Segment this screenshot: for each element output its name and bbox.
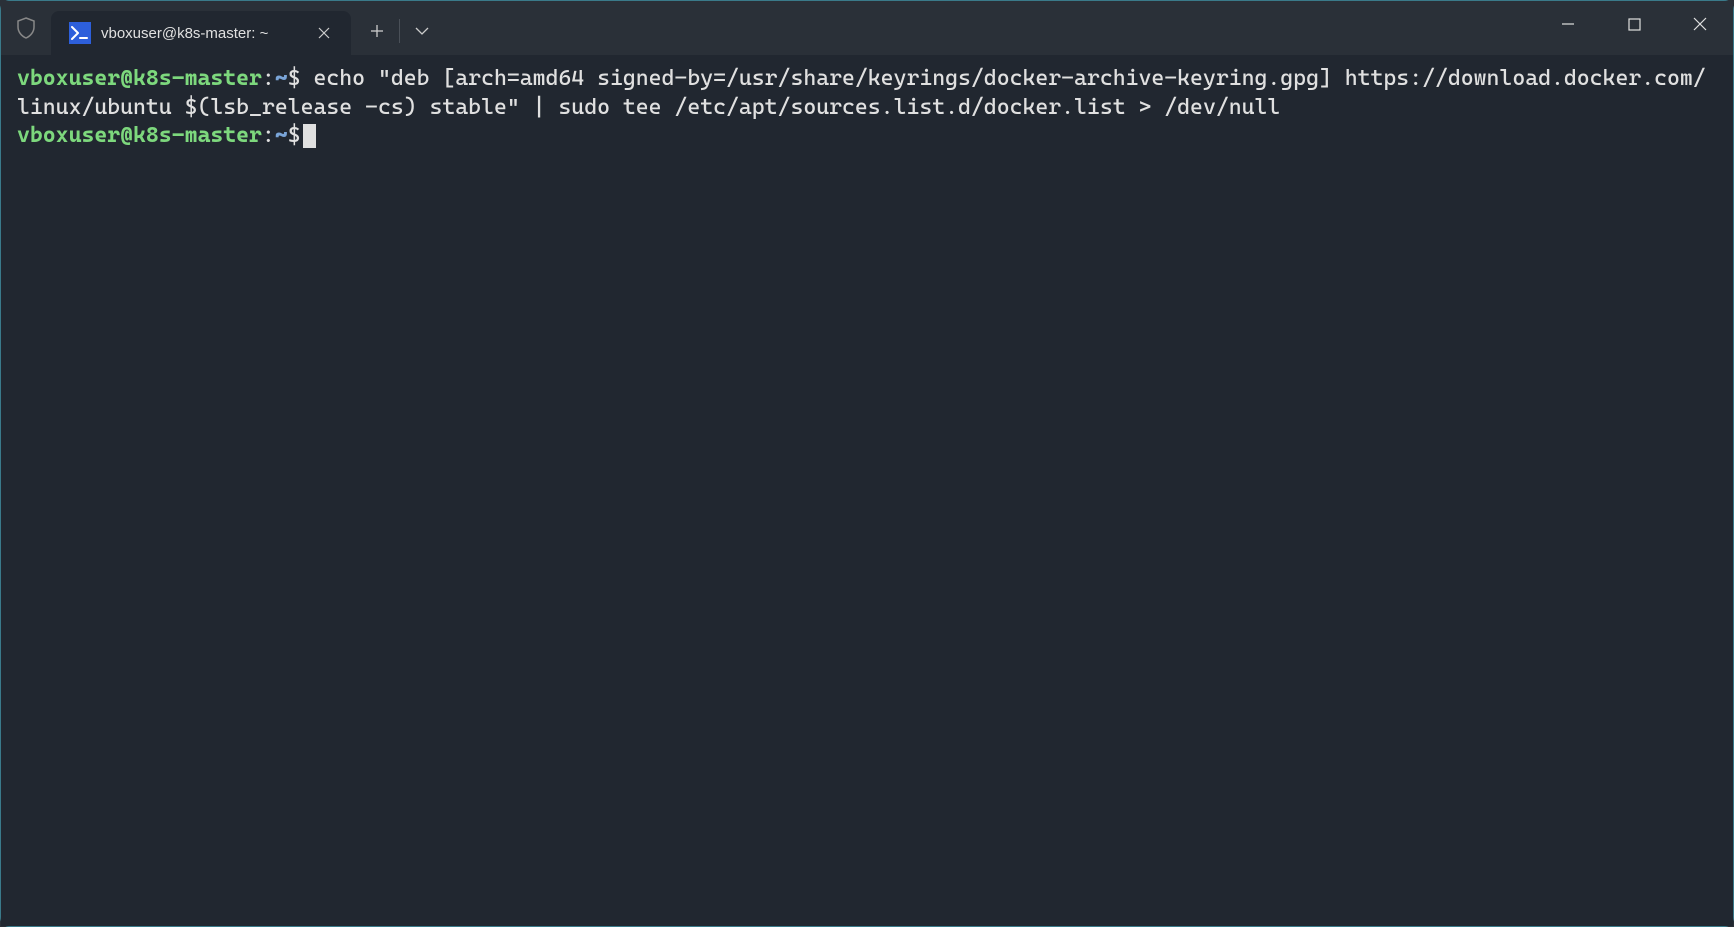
titlebar: vboxuser@k8s-master: ~ — [1, 1, 1733, 55]
tab-title: vboxuser@k8s-master: ~ — [101, 25, 301, 42]
powershell-icon — [69, 22, 91, 44]
prompt-user: vboxuser@k8s-master — [17, 123, 262, 148]
shield-icon — [1, 1, 51, 55]
prompt-dollar: $ — [288, 123, 301, 148]
tab-close-button[interactable] — [311, 20, 337, 46]
prompt-dollar: $ — [288, 66, 301, 91]
new-tab-button[interactable] — [355, 9, 399, 53]
maximize-button[interactable] — [1601, 1, 1667, 47]
prompt-colon: : — [262, 66, 275, 91]
cursor — [303, 124, 316, 148]
prompt-path: ~ — [275, 66, 288, 91]
prompt-path: ~ — [275, 123, 288, 148]
terminal-area[interactable]: vboxuser@k8s-master:~$ echo "deb [arch=a… — [1, 55, 1733, 926]
tab-active[interactable]: vboxuser@k8s-master: ~ — [51, 11, 351, 55]
close-button[interactable] — [1667, 1, 1733, 47]
prompt-user: vboxuser@k8s-master — [17, 66, 262, 91]
tab-actions — [355, 1, 444, 55]
window-controls — [1535, 1, 1733, 55]
minimize-button[interactable] — [1535, 1, 1601, 47]
titlebar-left: vboxuser@k8s-master: ~ — [1, 1, 1535, 55]
tab-dropdown-button[interactable] — [400, 9, 444, 53]
prompt-colon: : — [262, 123, 275, 148]
